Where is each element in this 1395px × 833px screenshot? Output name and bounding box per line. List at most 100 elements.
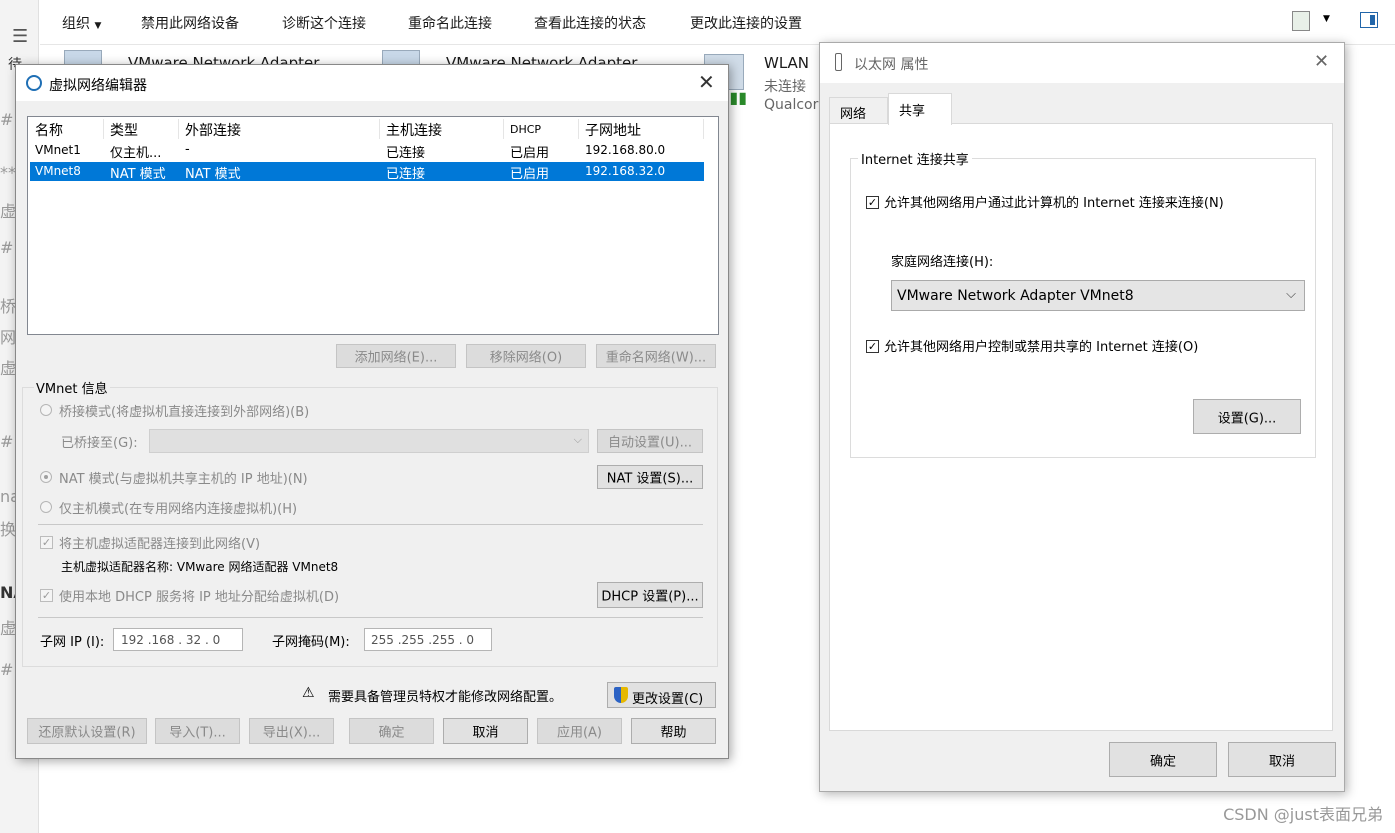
group-legend: Internet 连接共享 bbox=[858, 149, 972, 168]
cell-dhcp: 已启用 bbox=[510, 167, 550, 182]
disable-device-button[interactable]: 禁用此网络设备 bbox=[141, 13, 239, 33]
connect-adapter-label: 将主机虚拟适配器连接到此网络(V) bbox=[59, 537, 261, 552]
use-dhcp-label: 使用本地 DHCP 服务将 IP 地址分配给虚拟机(D) bbox=[59, 590, 340, 605]
chevron-down-icon: ⌵ bbox=[1286, 287, 1296, 302]
strip-char: 虚 bbox=[0, 202, 17, 221]
nat-radio[interactable] bbox=[40, 471, 52, 483]
list-icon: ☰ bbox=[12, 26, 29, 47]
help-button[interactable]: 帮助 bbox=[631, 718, 716, 744]
cancel-button[interactable]: 取消 bbox=[443, 718, 528, 744]
home-network-label: 家庭网络连接(H): bbox=[891, 255, 994, 270]
diagnose-button[interactable]: 诊断这个连接 bbox=[282, 13, 366, 33]
cell-dhcp: 已启用 bbox=[510, 146, 550, 161]
watermark: CSDN @just表面兄弟 bbox=[1223, 805, 1383, 824]
close-icon[interactable]: ✕ bbox=[698, 70, 715, 94]
organize-menu[interactable]: 组织 ▼ bbox=[62, 13, 101, 33]
column-header[interactable]: 类型 bbox=[110, 120, 138, 140]
ics-settings-button[interactable]: 设置(G)... bbox=[1193, 399, 1301, 434]
bridge-mode-label: 桥接模式(将虚拟机直接连接到外部网络)(B) bbox=[59, 405, 310, 420]
cell-type: NAT 模式 bbox=[110, 167, 166, 182]
cell-subnet: 192.168.80.0 bbox=[585, 143, 666, 157]
subnet-ip-field[interactable]: 192 .168 . 32 . 0 bbox=[113, 628, 243, 651]
wlan-name[interactable]: WLAN bbox=[764, 54, 809, 72]
cell-host: 已连接 bbox=[386, 146, 426, 161]
dhcp-settings-button[interactable]: DHCP 设置(P)... bbox=[597, 582, 703, 608]
dialog-titlebar: 虚拟网络编辑器 ✕ bbox=[16, 65, 728, 101]
subnet-mask-label: 子网掩码(M): bbox=[272, 635, 350, 650]
strip-char: # bbox=[0, 238, 14, 257]
dialog-titlebar: 以太网 属性 ✕ bbox=[820, 43, 1344, 83]
divider bbox=[38, 524, 703, 525]
change-settings-admin-button[interactable]: 更改设置(C) bbox=[607, 682, 716, 708]
network-globe-icon bbox=[26, 75, 42, 91]
auto-settings-button[interactable]: 自动设置(U)... bbox=[597, 429, 703, 453]
export-button[interactable]: 导出(X)... bbox=[249, 718, 334, 744]
allow-share-checkbox[interactable]: ✓ bbox=[866, 196, 879, 209]
ok-button[interactable]: 确定 bbox=[349, 718, 434, 744]
cell-name: VMnet8 bbox=[35, 164, 81, 178]
allow-share-label: 允许其他网络用户通过此计算机的 Internet 连接来连接(N) bbox=[884, 196, 1224, 211]
cell-name: VMnet1 bbox=[35, 143, 81, 157]
strip-char: # bbox=[0, 660, 14, 679]
import-button[interactable]: 导入(T)... bbox=[155, 718, 240, 744]
table-row[interactable]: VMnet8 NAT 模式 NAT 模式 已连接 已启用 192.168.32.… bbox=[28, 162, 718, 182]
strip-char: 虚 bbox=[0, 619, 17, 638]
adapter-name-text: 主机虚拟适配器名称: VMware 网络适配器 VMnet8 bbox=[61, 560, 339, 574]
wlan-status: 未连接 bbox=[764, 79, 806, 95]
cell-type: 仅主机... bbox=[110, 146, 162, 161]
rename-connection-button[interactable]: 重命名此连接 bbox=[408, 13, 492, 33]
explorer-toolbar: 组织 ▼ 禁用此网络设备 诊断这个连接 重命名此连接 查看此连接的状态 更改此连… bbox=[40, 0, 1395, 45]
restore-defaults-button[interactable]: 还原默认设置(R) bbox=[27, 718, 147, 744]
strip-char: 网 bbox=[0, 328, 17, 347]
virtual-network-editor-dialog: 虚拟网络编辑器 ✕ 名称 类型 外部连接 主机连接 DHCP 子网地址 VMne… bbox=[15, 64, 729, 759]
cell-host: 已连接 bbox=[386, 167, 426, 182]
cell-external: NAT 模式 bbox=[185, 167, 241, 182]
shield-icon bbox=[614, 687, 628, 703]
preview-pane-icon[interactable] bbox=[1360, 12, 1378, 28]
subnet-ip-label: 子网 IP (I): bbox=[40, 635, 105, 650]
bridged-to-select[interactable]: ⌵ bbox=[149, 429, 589, 453]
use-dhcp-checkbox[interactable]: ✓ bbox=[40, 589, 53, 602]
bridged-to-label: 已桥接至(G): bbox=[61, 436, 138, 451]
column-header[interactable]: 子网地址 bbox=[585, 120, 641, 140]
view-status-button[interactable]: 查看此连接的状态 bbox=[534, 13, 646, 33]
strip-char: # bbox=[0, 110, 14, 129]
remove-network-button[interactable]: 移除网络(O) bbox=[466, 344, 586, 368]
nat-settings-button[interactable]: NAT 设置(S)... bbox=[597, 465, 703, 489]
ethernet-properties-dialog: 以太网 属性 ✕ 网络 共享 Internet 连接共享 ✓ 允许其他网络用户通… bbox=[819, 42, 1345, 792]
connect-adapter-checkbox[interactable]: ✓ bbox=[40, 536, 53, 549]
cancel-button[interactable]: 取消 bbox=[1228, 742, 1336, 777]
column-header[interactable]: 名称 bbox=[35, 120, 63, 140]
strip-char: 虚 bbox=[0, 359, 17, 378]
subnet-mask-field[interactable]: 255 .255 .255 . 0 bbox=[364, 628, 492, 651]
column-header[interactable]: 主机连接 bbox=[386, 120, 442, 140]
ok-button[interactable]: 确定 bbox=[1109, 742, 1217, 777]
warning-icon: ⚠ bbox=[302, 685, 315, 701]
divider bbox=[38, 617, 703, 618]
tab-network[interactable]: 网络 bbox=[829, 97, 888, 123]
allow-control-checkbox[interactable]: ✓ bbox=[866, 340, 879, 353]
sharing-tab-panel: Internet 连接共享 ✓ 允许其他网络用户通过此计算机的 Internet… bbox=[829, 123, 1333, 731]
tab-sharing[interactable]: 共享 bbox=[888, 93, 952, 125]
home-network-select[interactable]: VMware Network Adapter VMnet8 ⌵ bbox=[891, 280, 1305, 311]
close-icon[interactable]: ✕ bbox=[1314, 51, 1329, 72]
column-header[interactable]: 外部连接 bbox=[185, 120, 241, 140]
strip-char: ** bbox=[0, 163, 16, 182]
table-row[interactable]: VMnet1 仅主机... - 已连接 已启用 192.168.80.0 bbox=[28, 141, 718, 161]
network-list[interactable]: 名称 类型 外部连接 主机连接 DHCP 子网地址 VMnet1 仅主机... … bbox=[27, 116, 719, 335]
column-header[interactable]: DHCP bbox=[510, 123, 541, 136]
chevron-down-icon: ▼ bbox=[94, 21, 102, 31]
chevron-down-icon[interactable]: ▼ bbox=[1323, 14, 1330, 24]
nat-mode-label: NAT 模式(与虚拟机共享主机的 IP 地址)(N) bbox=[59, 472, 308, 487]
change-settings-button[interactable]: 更改此连接的设置 bbox=[690, 13, 802, 33]
chevron-down-icon: ⌵ bbox=[573, 433, 582, 446]
host-only-label: 仅主机模式(在专用网络内连接虚拟机)(H) bbox=[59, 502, 298, 517]
rename-network-button[interactable]: 重命名网络(W)... bbox=[596, 344, 716, 368]
view-options-icon[interactable] bbox=[1292, 11, 1310, 31]
add-network-button[interactable]: 添加网络(E)... bbox=[336, 344, 456, 368]
cell-external: - bbox=[185, 142, 190, 157]
apply-button[interactable]: 应用(A) bbox=[537, 718, 622, 744]
bridge-radio[interactable] bbox=[40, 404, 52, 416]
host-only-radio[interactable] bbox=[40, 501, 52, 513]
strip-char: # bbox=[0, 432, 14, 451]
